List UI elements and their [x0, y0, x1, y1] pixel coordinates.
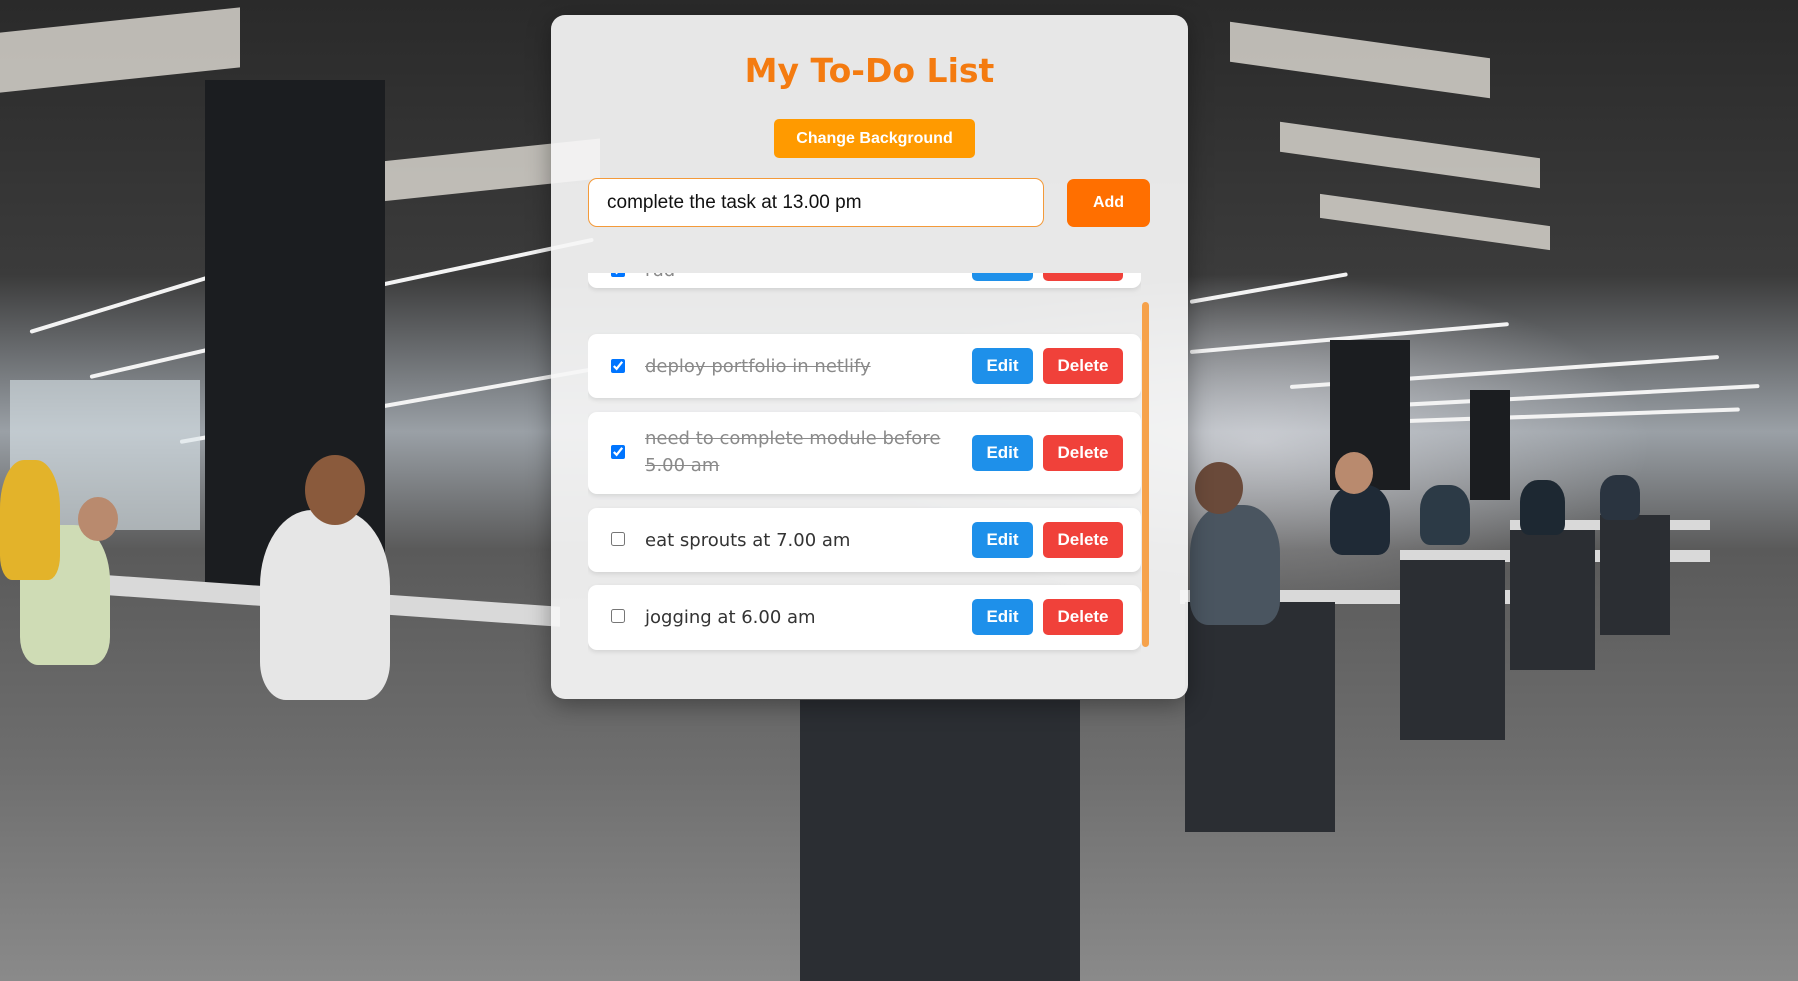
- task-checkbox[interactable]: [611, 273, 625, 277]
- task-text: deploy portfolio in netlify: [645, 356, 871, 377]
- list-scrollbar[interactable]: [1142, 302, 1149, 647]
- delete-button[interactable]: Delete: [1043, 435, 1123, 471]
- task-list[interactable]: rud Edit Delete deploy portfolio in netl…: [588, 273, 1141, 658]
- task-item: need to complete module before 5.00 am E…: [588, 412, 1141, 494]
- task-text: jogging at 6.00 am: [645, 607, 816, 628]
- page-title: My To-Do List: [744, 51, 995, 90]
- task-checkbox[interactable]: [611, 609, 625, 623]
- delete-button[interactable]: Delete: [1043, 348, 1123, 384]
- edit-button[interactable]: Edit: [972, 348, 1033, 384]
- task-text: need to complete module before 5.00 am: [645, 428, 941, 476]
- edit-button[interactable]: Edit: [972, 599, 1033, 635]
- edit-button[interactable]: Edit: [972, 435, 1033, 471]
- delete-button[interactable]: Delete: [1043, 522, 1123, 558]
- task-text: eat sprouts at 7.00 am: [645, 530, 851, 551]
- add-button[interactable]: Add: [1067, 179, 1150, 227]
- task-checkbox[interactable]: [611, 445, 625, 459]
- task-item: rud Edit Delete: [588, 273, 1141, 288]
- edit-button[interactable]: Edit: [972, 273, 1033, 281]
- task-item: deploy portfolio in netlify Edit Delete: [588, 334, 1141, 398]
- task-text: rud: [645, 273, 945, 284]
- edit-button[interactable]: Edit: [972, 522, 1033, 558]
- task-checkbox[interactable]: [611, 359, 625, 373]
- task-input[interactable]: [588, 178, 1044, 227]
- delete-button[interactable]: Delete: [1043, 273, 1123, 281]
- todo-card: My To-Do List Change Background Add rud …: [551, 15, 1188, 699]
- change-background-button[interactable]: Change Background: [774, 119, 975, 158]
- task-item: jogging at 6.00 am Edit Delete: [588, 585, 1141, 650]
- delete-button[interactable]: Delete: [1043, 599, 1123, 635]
- task-item: eat sprouts at 7.00 am Edit Delete: [588, 508, 1141, 572]
- task-checkbox[interactable]: [611, 532, 625, 546]
